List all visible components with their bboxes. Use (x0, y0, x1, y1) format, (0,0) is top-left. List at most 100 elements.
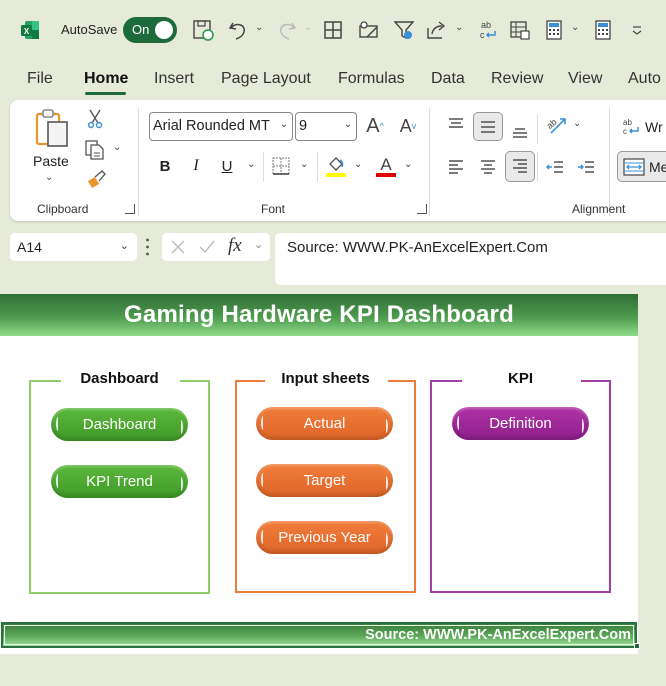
previous-year-button[interactable]: Previous Year (256, 521, 393, 554)
increase-font-size-icon[interactable]: A ^ (363, 113, 387, 139)
increase-indent-icon[interactable] (573, 154, 599, 180)
font-color-icon[interactable]: A (375, 154, 397, 178)
email-attach-icon[interactable] (356, 17, 380, 43)
save-icon[interactable] (191, 17, 215, 43)
italic-button[interactable]: I (186, 154, 206, 178)
align-center-icon[interactable] (475, 154, 501, 180)
formula-value: Source: WWW.PK-AnExcelExpert.Com (287, 239, 548, 256)
button-label: Target (303, 472, 346, 489)
tab-page-layout[interactable]: Page Layout (221, 70, 311, 88)
formula-input[interactable]: Source: WWW.PK-AnExcelExpert.Com (275, 233, 666, 285)
orientation-icon[interactable]: ab (543, 112, 571, 138)
paste-dropdown-icon[interactable]: ⌄ (45, 172, 53, 183)
chevron-down-icon[interactable]: ⌄ (254, 238, 263, 251)
share-dropdown-icon[interactable]: ⌄ (455, 22, 463, 33)
autosave-label: AutoSave (61, 22, 118, 37)
dashboard-title: Gaming Hardware KPI Dashboard (124, 301, 514, 328)
dashboard-button[interactable]: Dashboard (51, 408, 188, 441)
dashboard-header: Gaming Hardware KPI Dashboard (0, 294, 638, 336)
actual-button[interactable]: Actual (256, 407, 393, 440)
cut-icon[interactable] (85, 108, 105, 130)
fill-color-dropdown-icon[interactable]: ⌄ (354, 159, 362, 170)
filter-icon[interactable] (392, 17, 416, 43)
spelling-icon[interactable]: ab c (476, 17, 500, 43)
redo-icon[interactable] (275, 17, 299, 43)
font-name-select[interactable]: Arial Rounded MT ⌄ (149, 112, 293, 141)
copy-icon[interactable] (83, 138, 107, 162)
chevron-down-icon: ⌄ (279, 119, 288, 130)
svg-text:A: A (380, 155, 392, 174)
tab-home[interactable]: Home (84, 70, 128, 88)
merge-center-icon (623, 157, 645, 176)
formula-controls: fx ⌄ (162, 233, 270, 261)
tab-view[interactable]: View (568, 70, 602, 88)
clipboard-launcher-icon[interactable] (125, 204, 135, 214)
wrap-text-label: Wr (645, 119, 663, 135)
align-bottom-icon[interactable] (507, 118, 533, 144)
calculate-sheet-icon[interactable] (591, 17, 615, 43)
orientation-dropdown-icon[interactable]: ⌄ (573, 118, 581, 129)
calculator-dropdown-icon[interactable]: ⌄ (571, 22, 579, 33)
merge-center-label: Me (649, 158, 666, 175)
button-shine (384, 476, 388, 490)
customize-qat-icon[interactable] (625, 17, 649, 43)
decrease-font-size-icon[interactable]: Av (396, 113, 420, 139)
enter-icon[interactable] (198, 239, 216, 255)
align-left-icon[interactable] (443, 154, 469, 180)
button-shine (56, 474, 60, 488)
dashboard-panel: Dashboard Dashboard KPI Trend (29, 370, 210, 594)
underline-dropdown-icon[interactable]: ⌄ (247, 159, 255, 170)
calculator-icon[interactable] (542, 17, 566, 43)
font-color-dropdown-icon[interactable]: ⌄ (404, 159, 412, 170)
decrease-indent-icon[interactable] (542, 154, 568, 180)
toggle-knob (155, 21, 173, 39)
fill-handle[interactable] (634, 643, 640, 649)
cancel-icon[interactable] (170, 239, 186, 255)
font-size-select[interactable]: 9 ⌄ (295, 112, 357, 141)
kpi-trend-button[interactable]: KPI Trend (51, 465, 188, 498)
tab-automate[interactable]: Auto (628, 70, 661, 88)
tab-insert[interactable]: Insert (154, 70, 194, 88)
name-box-value: A14 (17, 239, 42, 255)
align-middle-icon[interactable] (473, 112, 503, 141)
copy-dropdown-icon[interactable]: ⌄ (113, 142, 121, 153)
borders-icon[interactable] (321, 17, 345, 43)
font-size-value: 9 (299, 118, 308, 134)
table-icon[interactable] (508, 17, 532, 43)
name-box[interactable]: A14 ⌄ (10, 233, 137, 261)
borders-dropdown-icon[interactable]: ⌄ (300, 159, 308, 170)
tab-review[interactable]: Review (491, 70, 543, 88)
paste-icon[interactable] (32, 108, 72, 148)
kpi-panel: KPI Definition (430, 370, 611, 593)
group-separator (609, 108, 610, 216)
ribbon-tabs: File Home Insert Page Layout Formulas Da… (0, 68, 666, 94)
button-shine (384, 419, 388, 433)
insert-function-icon[interactable]: fx (228, 235, 242, 257)
tab-formulas[interactable]: Formulas (338, 70, 405, 88)
tab-data[interactable]: Data (431, 70, 465, 88)
input-sheets-panel: Input sheets Actual Target Previous Year (235, 370, 416, 593)
align-top-icon[interactable] (443, 112, 469, 138)
paste-label[interactable]: Paste (33, 153, 69, 169)
wrap-text-button[interactable]: ab c Wr (622, 114, 666, 140)
align-right-icon[interactable] (505, 151, 535, 182)
underline-button[interactable]: U (217, 154, 237, 178)
bold-button[interactable]: B (155, 154, 175, 178)
font-launcher-icon[interactable] (417, 204, 427, 214)
definition-button[interactable]: Definition (452, 407, 589, 440)
undo-icon[interactable] (226, 17, 250, 43)
redo-dropdown-icon[interactable]: ⌄ (304, 22, 312, 33)
source-footer[interactable]: Source: WWW.PK-AnExcelExpert.Com (1, 622, 637, 648)
chevron-down-icon: ⌄ (119, 240, 129, 252)
format-painter-icon[interactable] (84, 168, 108, 192)
undo-dropdown-icon[interactable]: ⌄ (255, 22, 263, 33)
target-button[interactable]: Target (256, 464, 393, 497)
autosave-toggle[interactable]: On (123, 17, 177, 43)
chevron-down-icon: ⌄ (343, 119, 352, 130)
borders-icon[interactable] (270, 155, 292, 177)
tab-file[interactable]: File (27, 70, 53, 88)
merge-center-button[interactable]: Me (617, 151, 666, 182)
share-icon[interactable] (424, 17, 448, 43)
fill-color-icon[interactable] (325, 154, 347, 178)
more-options-icon[interactable] (146, 238, 149, 256)
